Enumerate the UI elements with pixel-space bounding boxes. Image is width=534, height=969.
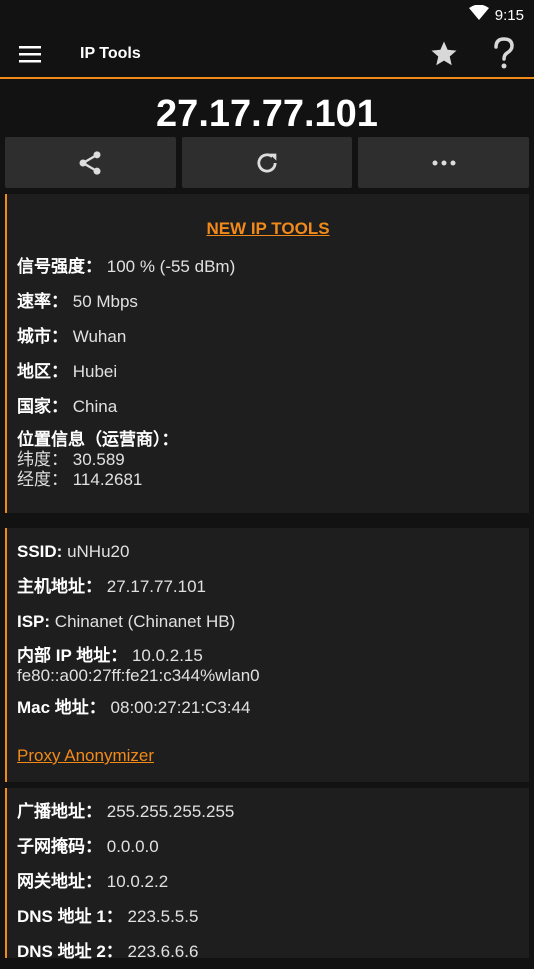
isp-row: ISP: Chinanet (Chinanet HB)	[17, 604, 519, 639]
country-row: 国家： China	[17, 389, 519, 424]
signal-row: 信号强度： 100 % (-55 dBm)	[17, 249, 519, 284]
subnet-value: 0.0.0.0	[106, 837, 159, 856]
help-button[interactable]	[474, 30, 534, 77]
longitude-row: 经度： 114.2681	[17, 470, 519, 490]
speed-value: 50 Mbps	[72, 292, 138, 311]
signal-label: 信号强度：	[17, 257, 102, 276]
share-button[interactable]	[5, 137, 176, 188]
longitude-value: 114.2681	[72, 470, 143, 489]
ssid-label: SSID:	[17, 542, 63, 561]
latitude-value: 30.589	[72, 450, 125, 469]
wifi-icon	[468, 4, 489, 25]
country-label: 国家：	[17, 397, 68, 416]
menu-button[interactable]	[0, 30, 60, 77]
ssid-row: SSID: uNHu20	[17, 534, 519, 569]
proxy-anonymizer-link[interactable]: Proxy Anonymizer	[17, 746, 154, 765]
region-label: 地区：	[17, 362, 68, 381]
location-card: NEW IP TOOLS 信号强度： 100 % (-55 dBm) 速率： 5…	[5, 194, 529, 513]
internal-ip-label: 内部 IP 地址：	[17, 646, 128, 665]
city-value: Wuhan	[72, 327, 127, 346]
city-row: 城市： Wuhan	[17, 319, 519, 354]
ipv6-value: fe80::a00:27ff:fe21:c344%wlan0	[17, 666, 260, 685]
app-bar: IP Tools	[0, 30, 534, 79]
new-ip-tools-link[interactable]: NEW IP TOOLS	[17, 194, 519, 239]
dns2-row: DNS 地址 2： 223.6.6.6	[17, 934, 519, 969]
status-time: 9:15	[494, 6, 524, 24]
host-label: 主机地址：	[17, 577, 102, 596]
gateway-label: 网关地址：	[17, 872, 102, 891]
isp-value: Chinanet (Chinanet HB)	[54, 612, 236, 631]
mac-row: Mac 地址： 08:00:27:21:C3:44	[17, 690, 519, 725]
refresh-button[interactable]	[181, 137, 353, 188]
network-card: SSID: uNHu20 主机地址： 27.17.77.101 ISP: Chi…	[5, 528, 529, 782]
star-icon	[431, 41, 457, 65]
internal-ip-row: 内部 IP 地址： 10.0.2.15	[17, 646, 519, 666]
speed-label: 速率：	[17, 292, 68, 311]
broadcast-label: 广播地址：	[17, 802, 102, 821]
dns2-value: 223.6.6.6	[127, 942, 199, 961]
dns1-label: DNS 地址 1：	[17, 907, 123, 926]
isp-label: ISP:	[17, 612, 51, 631]
gateway-row: 网关地址： 10.0.2.2	[17, 864, 519, 899]
dns1-value: 223.5.5.5	[127, 907, 199, 926]
internal-ip-value: 10.0.2.15	[131, 646, 203, 665]
mac-value: 08:00:27:21:C3:44	[110, 698, 251, 717]
country-value: China	[72, 397, 118, 416]
dns2-label: DNS 地址 2：	[17, 942, 123, 961]
subnet-label: 子网掩码：	[17, 837, 102, 856]
gateway-value: 10.0.2.2	[106, 872, 169, 891]
broadcast-row: 广播地址： 255.255.255.255	[17, 794, 519, 829]
public-ip-address: 27.17.77.101	[156, 93, 378, 135]
speed-row: 速率： 50 Mbps	[17, 284, 519, 319]
signal-value: 100 % (-55 dBm)	[106, 257, 236, 276]
app-title: IP Tools	[80, 44, 141, 62]
city-label: 城市：	[17, 327, 68, 346]
latitude-row: 纬度： 30.589	[17, 450, 519, 470]
favorite-button[interactable]	[414, 30, 474, 77]
longitude-label: 经度：	[17, 470, 68, 489]
host-value: 27.17.77.101	[106, 577, 206, 596]
action-button-row	[0, 137, 534, 188]
status-bar: 9:15	[0, 0, 534, 30]
share-icon	[79, 150, 101, 175]
more-button[interactable]	[358, 137, 530, 188]
refresh-icon	[257, 152, 277, 172]
proxy-row: Proxy Anonymizer	[17, 738, 519, 773]
region-row: 地区： Hubei	[17, 354, 519, 389]
broadcast-value: 255.255.255.255	[106, 802, 235, 821]
ipv6-row: fe80::a00:27ff:fe21:c344%wlan0	[17, 666, 519, 686]
gateway-card: 广播地址： 255.255.255.255 子网掩码： 0.0.0.0 网关地址…	[5, 788, 529, 961]
mac-label: Mac 地址：	[17, 698, 106, 717]
help-icon	[494, 36, 514, 68]
subnet-row: 子网掩码： 0.0.0.0	[17, 829, 519, 864]
host-row: 主机地址： 27.17.77.101	[17, 569, 519, 604]
dns1-row: DNS 地址 1： 223.5.5.5	[17, 899, 519, 934]
latitude-label: 纬度：	[17, 450, 68, 469]
ssid-value: uNHu20	[67, 542, 130, 561]
region-value: Hubei	[72, 362, 118, 381]
location-header: 位置信息（运营商）：	[17, 430, 179, 449]
more-horizontal-icon	[432, 160, 456, 165]
hamburger-icon	[19, 45, 41, 62]
